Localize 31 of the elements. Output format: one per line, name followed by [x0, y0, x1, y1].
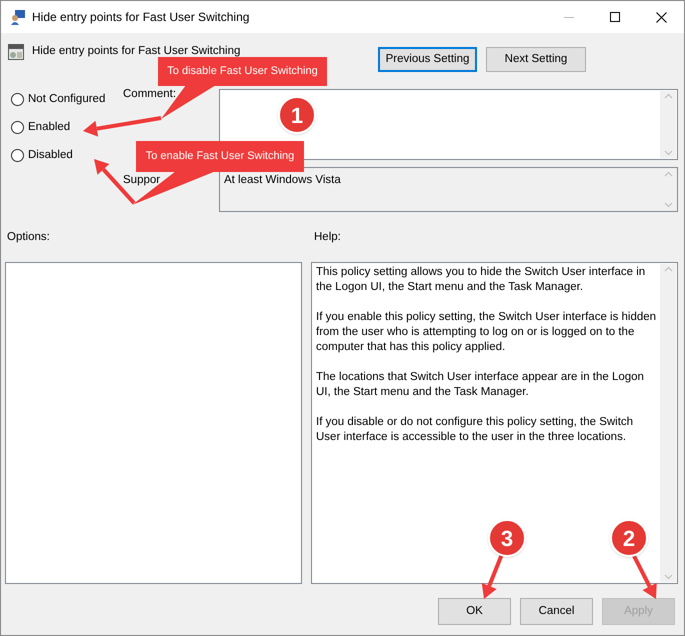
scroll-up-icon[interactable] [664, 93, 672, 99]
comment-field[interactable] [219, 89, 678, 160]
radio-option[interactable]: Not Configured [11, 91, 106, 108]
dialog-button[interactable]: Cancel [520, 598, 593, 625]
supported-on-label: Suppor [123, 173, 162, 188]
help-paragraph: The locations that Switch User interface appear are in the Logon UI, the Start menu and the Task Manager. [316, 370, 645, 400]
close-icon [656, 12, 666, 22]
scroll-up-icon[interactable] [664, 171, 672, 177]
policy-title: Hide entry points for Fast User Switching [32, 44, 240, 60]
help-label: Help: [314, 230, 341, 245]
help-paragraph: If you enable this policy setting, the Switch User interface is hidden from the user who is attempting to log on or is logged on to the computer that has this policy applied. [316, 310, 657, 355]
computer-user-icon [10, 9, 26, 25]
scroll-down-icon[interactable] [664, 202, 672, 208]
options-label: Options: [7, 230, 51, 245]
callout: To enable Fast User Switching [136, 141, 304, 172]
help-paragraph: This policy setting allows you to hide the Switch User interface in the Logon UI, the Start menu and the Task Manager. [316, 265, 646, 295]
radio-option[interactable]: Disabled [11, 147, 73, 164]
scroll-down-icon[interactable] [664, 150, 672, 156]
comment-label: Comment: [123, 87, 176, 102]
scroll-down-icon[interactable] [664, 574, 672, 580]
arrow-drawing [631, 553, 657, 599]
policy-icon [8, 44, 24, 60]
arrow-drawing [482, 553, 504, 599]
dialog-button[interactable]: OK [438, 598, 511, 625]
help-paragraph: If you disable or do not configure this policy setting, the Switch User interface is accessible to the user in the three locations. [316, 415, 634, 445]
nav-button[interactable]: Previous Setting [378, 47, 477, 72]
radio-option[interactable]: Enabled [11, 119, 70, 136]
nav-button[interactable]: Next Setting [486, 47, 586, 72]
window-title: Hide entry points for Fast User Switching [32, 9, 250, 26]
supported-on-value: At least Windows Vista [224, 174, 341, 186]
scroll-up-icon[interactable] [664, 266, 672, 272]
